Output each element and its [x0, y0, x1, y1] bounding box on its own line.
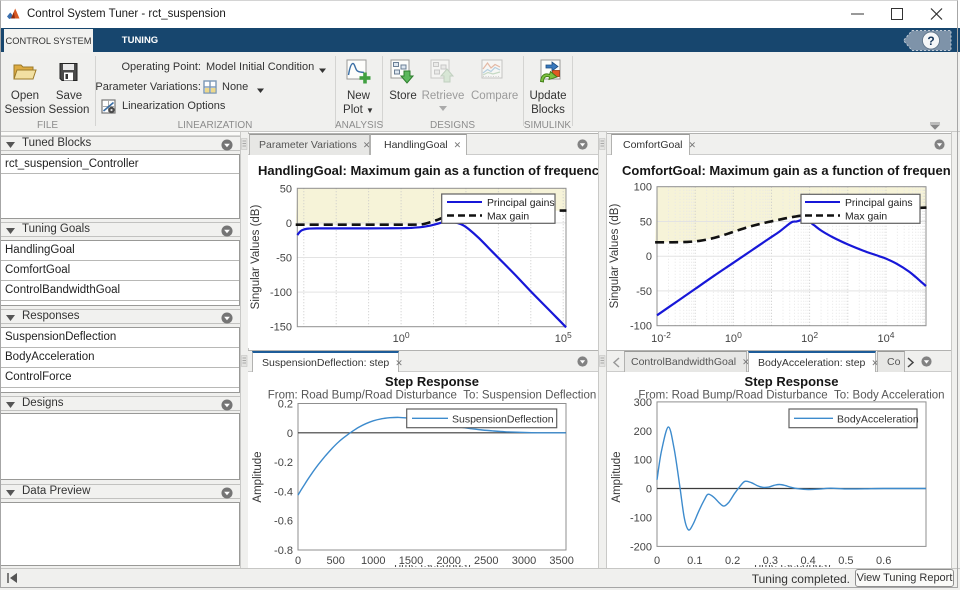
svg-text:0: 0	[287, 428, 293, 440]
svg-text:200: 200	[634, 426, 652, 438]
svg-text:Principal gains: Principal gains	[487, 198, 555, 209]
svg-text:300: 300	[634, 397, 652, 409]
svg-text:0: 0	[646, 251, 652, 263]
svg-text:ComfortGoal: Maximum gain as a: ComfortGoal: Maximum gain as a function …	[622, 163, 951, 178]
svg-text:Singular Values (dB): Singular Values (dB)	[609, 204, 621, 309]
svg-text:Principal gains: Principal gains	[845, 198, 913, 209]
svg-text:Max gain: Max gain	[487, 212, 529, 223]
svg-text:0.2: 0.2	[725, 555, 740, 567]
svg-text:0: 0	[654, 555, 660, 567]
svg-text:0: 0	[295, 555, 301, 567]
svg-text:-200: -200	[630, 541, 652, 553]
svg-text:-0.8: -0.8	[274, 545, 293, 557]
svg-text:0: 0	[286, 218, 292, 230]
svg-text:50: 50	[280, 183, 292, 195]
svg-text:Step Response: Step Response	[385, 374, 479, 389]
svg-text:100: 100	[634, 455, 652, 467]
svg-text:-100: -100	[630, 321, 652, 333]
svg-text:Max gain: Max gain	[845, 212, 887, 223]
svg-text:From: Road Bump/Road Disturban: From: Road Bump/Road Disturbance To: Bod…	[638, 390, 944, 402]
svg-text:500: 500	[327, 555, 345, 567]
svg-text:-0.2: -0.2	[274, 457, 293, 469]
svg-text:105: 105	[555, 330, 572, 345]
svg-text:-100: -100	[630, 513, 652, 525]
svg-text:-150: -150	[270, 322, 292, 334]
svg-text:100: 100	[725, 330, 742, 345]
svg-text:SuspensionDeflection: SuspensionDeflection	[452, 413, 554, 425]
svg-text:3000: 3000	[512, 555, 536, 567]
svg-text:BodyAcceleration: BodyAcceleration	[837, 413, 919, 425]
svg-text:-0.6: -0.6	[274, 516, 293, 528]
svg-text:0.6: 0.6	[876, 555, 891, 567]
svg-text:Amplitude: Amplitude	[252, 451, 264, 502]
svg-text:0.2: 0.2	[278, 399, 293, 411]
svg-text:0: 0	[646, 484, 652, 496]
svg-text:-50: -50	[636, 286, 652, 298]
svg-text:3500: 3500	[549, 555, 573, 567]
svg-text:102: 102	[801, 330, 818, 345]
svg-text:1000: 1000	[361, 555, 385, 567]
svg-text:104: 104	[877, 330, 894, 345]
svg-text:0.1: 0.1	[687, 555, 702, 567]
svg-text:Amplitude: Amplitude	[611, 451, 623, 502]
svg-text:-100: -100	[270, 287, 292, 299]
svg-text:Step Response: Step Response	[745, 374, 839, 389]
svg-text:10-2: 10-2	[651, 330, 671, 345]
svg-text:-0.4: -0.4	[274, 486, 293, 498]
svg-text:HandlingGoal: Maximum gain as: HandlingGoal: Maximum gain as a function…	[258, 163, 598, 178]
svg-text:Singular Values (dB): Singular Values (dB)	[250, 205, 262, 310]
svg-text:From: Road Bump/Road Disturban: From: Road Bump/Road Disturbance To: Sus…	[268, 390, 597, 402]
svg-text:100: 100	[634, 182, 652, 194]
svg-text:100: 100	[393, 330, 410, 345]
svg-text:?: ?	[927, 34, 934, 48]
svg-text:50: 50	[640, 217, 652, 229]
svg-text:-50: -50	[276, 253, 292, 265]
